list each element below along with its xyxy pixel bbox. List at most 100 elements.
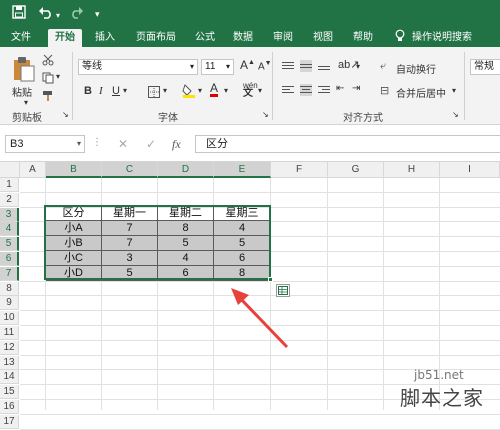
number-format-value: 常规 <box>474 61 494 72</box>
formula-input[interactable]: 区分 <box>195 135 500 153</box>
group-separator <box>464 52 465 120</box>
tab-help[interactable]: 帮助 <box>346 29 380 47</box>
align-middle-icon[interactable] <box>300 60 312 72</box>
row-header[interactable]: 2 <box>0 192 19 207</box>
row-header[interactable]: 15 <box>0 385 19 400</box>
orientation-dropdown-icon[interactable]: ▾ <box>356 62 360 71</box>
merge-center-button[interactable]: 合并后居中 <box>396 85 446 100</box>
tab-page-layout[interactable]: 页面布局 <box>130 29 182 47</box>
column-header-e[interactable]: E <box>214 162 271 178</box>
copy-dropdown-icon[interactable]: ▾ <box>56 72 60 81</box>
row-header[interactable]: 10 <box>0 311 19 326</box>
gridline-row <box>20 191 500 193</box>
row-header[interactable]: 13 <box>0 355 19 370</box>
watermark-brand: 脚本之家 <box>400 386 484 410</box>
row-header[interactable]: 16 <box>0 400 19 414</box>
underline-icon[interactable]: U <box>112 85 120 97</box>
bold-icon[interactable]: B <box>84 85 92 97</box>
font-color-dropdown-icon[interactable]: ▾ <box>224 86 228 95</box>
underline-dropdown-icon[interactable]: ▾ <box>123 86 127 95</box>
column-header-b[interactable]: B <box>46 162 102 178</box>
watermark-url: jb51.net <box>414 368 464 382</box>
chevron-down-icon: ▾ <box>76 139 81 148</box>
merge-dropdown-icon[interactable]: ▾ <box>452 86 456 95</box>
italic-icon[interactable]: I <box>99 85 103 97</box>
increase-font-icon[interactable]: A▲ <box>240 58 255 72</box>
increase-indent-icon[interactable]: ⇥ <box>352 83 360 94</box>
row-header[interactable]: 14 <box>0 370 19 385</box>
save-icon[interactable] <box>12 5 26 22</box>
align-right-icon[interactable] <box>318 84 330 96</box>
row-header[interactable]: 5 <box>0 237 19 252</box>
row-header[interactable]: 17 <box>0 414 19 429</box>
borders-icon[interactable] <box>148 86 160 101</box>
align-left-icon[interactable] <box>282 84 294 96</box>
clipboard-launcher-icon[interactable]: ↘ <box>62 110 69 119</box>
gridline-row <box>20 354 500 356</box>
tab-insert[interactable]: 插入 <box>88 29 122 47</box>
copy-icon[interactable] <box>42 72 54 87</box>
gridline-column <box>383 178 384 410</box>
tab-review[interactable]: 审阅 <box>266 29 300 47</box>
tab-data[interactable]: 数据 <box>226 29 260 47</box>
gridline-column <box>327 178 328 410</box>
row-header[interactable]: 9 <box>0 296 19 311</box>
column-header-g[interactable]: G <box>328 162 384 178</box>
insert-function-icon[interactable]: fx <box>172 137 181 152</box>
row-header[interactable]: 7 <box>0 266 19 281</box>
font-group-label: 字体 <box>158 113 178 124</box>
name-box[interactable]: B3 ▾ <box>5 135 85 153</box>
paste-label[interactable]: 粘贴 <box>12 84 32 99</box>
column-header-i[interactable]: I <box>440 162 500 178</box>
group-separator <box>72 52 73 120</box>
row-header[interactable]: 6 <box>0 252 19 266</box>
paste-dropdown-icon[interactable]: ▾ <box>24 98 28 107</box>
chevron-down-icon: ▾ <box>189 62 194 71</box>
column-header-d[interactable]: D <box>158 162 214 178</box>
tab-file[interactable]: 文件 <box>4 29 38 47</box>
tab-view[interactable]: 视图 <box>306 29 340 47</box>
fill-color-dropdown-icon[interactable]: ▾ <box>198 86 202 95</box>
alignment-launcher-icon[interactable]: ↘ <box>452 110 459 119</box>
tab-formulas[interactable]: 公式 <box>188 29 222 47</box>
paste-icon[interactable] <box>12 56 36 85</box>
align-top-icon[interactable] <box>282 60 294 72</box>
column-header-f[interactable]: F <box>271 162 328 178</box>
font-name-box[interactable]: 等线 ▾ <box>78 59 198 75</box>
decrease-indent-icon[interactable]: ⇤ <box>336 83 344 94</box>
fill-color-icon[interactable] <box>182 83 196 101</box>
decrease-font-icon[interactable]: A▼ <box>258 60 272 72</box>
column-header-h[interactable]: H <box>384 162 440 178</box>
phonetic-guide-icon[interactable]: wén 文 <box>243 82 258 99</box>
undo-dropdown-icon[interactable]: ▾ <box>56 8 60 24</box>
font-size-box[interactable]: 11 ▾ <box>201 59 234 75</box>
cut-icon[interactable] <box>42 54 54 69</box>
font-launcher-icon[interactable]: ↘ <box>262 110 269 119</box>
format-painter-icon[interactable] <box>42 90 54 105</box>
redo-icon[interactable] <box>70 5 84 22</box>
borders-dropdown-icon[interactable]: ▾ <box>163 86 167 95</box>
column-header-c[interactable]: C <box>102 162 158 178</box>
name-box-value: B3 <box>10 138 24 150</box>
number-format-box[interactable]: 常规 <box>470 59 500 75</box>
cancel-icon[interactable]: ✕ <box>118 137 128 151</box>
font-color-icon[interactable]: A <box>210 82 219 97</box>
row-header[interactable]: 1 <box>0 178 19 192</box>
tell-me-search[interactable]: 操作说明搜索 <box>412 29 498 47</box>
select-all-corner[interactable] <box>0 162 20 178</box>
row-header[interactable]: 8 <box>0 281 19 296</box>
align-center-icon[interactable] <box>300 84 312 96</box>
wrap-text-button[interactable]: 自动换行 <box>396 61 436 76</box>
enter-icon[interactable]: ✓ <box>146 137 156 151</box>
phonetic-dropdown-icon[interactable]: ▾ <box>258 86 262 95</box>
undo-icon[interactable] <box>38 5 54 22</box>
row-header[interactable]: 4 <box>0 222 19 237</box>
fill-handle[interactable] <box>268 277 273 282</box>
row-header[interactable]: 3 <box>0 207 19 222</box>
align-bottom-icon[interactable] <box>318 60 330 72</box>
column-header-a[interactable]: A <box>20 162 46 178</box>
row-header[interactable]: 12 <box>0 340 19 355</box>
customize-qat-icon[interactable]: ▾ <box>95 6 100 22</box>
row-header[interactable]: 11 <box>0 326 19 340</box>
tab-home[interactable]: 开始 <box>48 29 82 47</box>
